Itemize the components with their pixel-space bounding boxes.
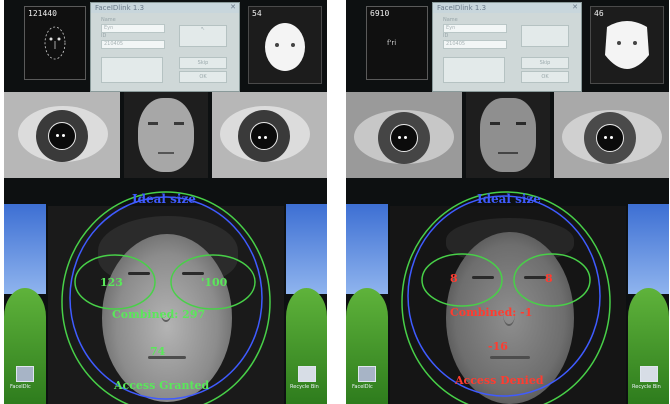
access-status: Access Denied: [455, 374, 544, 387]
face-score: 74: [150, 345, 166, 358]
left-eye-score: 123: [100, 276, 123, 289]
right-eye-score: 8: [545, 272, 553, 285]
panel-access-denied: 6910 f'ri FaceIDlink 1.3 ✕ Name Eyn ID 2…: [346, 0, 669, 404]
ideal-size-ellipse: [407, 195, 601, 397]
left-eye-score: 8: [450, 272, 458, 285]
panel-access-granted: 121440 FaceIDlink 1.3 ✕ Name Eyn ID 2104…: [4, 0, 327, 404]
right-eye-score: '100: [201, 276, 228, 289]
ideal-size-label: Ideal size: [477, 192, 541, 206]
ideal-size-ellipse: [69, 196, 263, 400]
face-score: -16: [488, 340, 508, 353]
access-status: Access Granted: [114, 379, 210, 392]
combined-score: Combined: 297: [112, 308, 206, 321]
face-boundary-ellipse: [61, 191, 271, 404]
ideal-size-label: Ideal size: [132, 192, 196, 206]
left-eye-ellipse: [421, 253, 503, 307]
combined-score: Combined: -1: [450, 306, 533, 319]
